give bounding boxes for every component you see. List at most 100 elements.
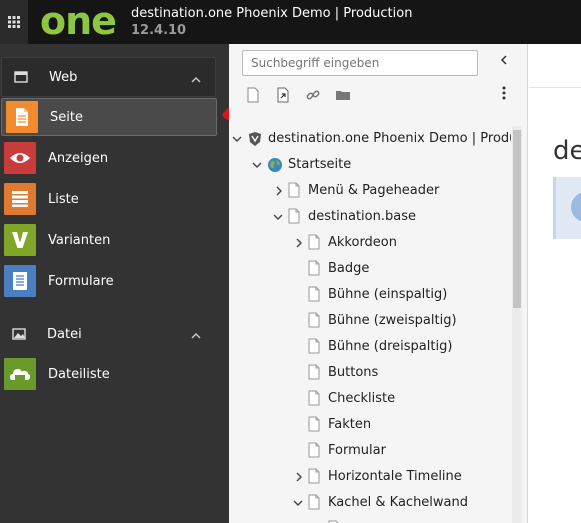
- site-root-icon: [248, 131, 262, 147]
- site-version: 12.4.10: [131, 23, 187, 38]
- page-icon: [288, 208, 302, 224]
- link-icon[interactable]: [301, 86, 325, 104]
- page-icon: [308, 442, 322, 458]
- tree-node-destination-base[interactable]: destination.base: [229, 204, 511, 230]
- tree-node-badge[interactable]: Badge: [229, 256, 511, 282]
- page-icon: [6, 101, 38, 133]
- tree-node-label: Badge: [328, 261, 370, 276]
- page-icon: [308, 364, 322, 380]
- tree-node-label: Akkordeon: [328, 235, 397, 250]
- tree-node-buttons[interactable]: Buttons: [229, 360, 511, 386]
- module-formulare[interactable]: Formulare: [0, 262, 216, 300]
- page-icon: [308, 494, 322, 510]
- v-icon: [4, 224, 36, 256]
- page-icon: [308, 286, 322, 302]
- page-icon: [308, 338, 322, 354]
- tree-node-label: Bühne (dreispaltig): [328, 339, 453, 354]
- module-label: Seite: [50, 109, 83, 125]
- app-menu-button[interactable]: [0, 0, 28, 44]
- tree-node-label: Kachel & Kachelwand: [328, 495, 469, 510]
- module-menu: Web Seite Anzeigen Liste Varianten Formu…: [0, 44, 229, 523]
- page-icon: [308, 390, 322, 406]
- tree-node-label: Formular: [328, 443, 386, 458]
- tree-node-label: destination.one Phoenix Demo | Productio…: [268, 131, 511, 146]
- tree-scrollbar[interactable]: [512, 126, 522, 523]
- more-options-icon[interactable]: [502, 86, 506, 104]
- tree-node-label: Checkliste: [328, 391, 396, 406]
- module-label: Dateiliste: [48, 366, 110, 382]
- top-bar: one destination.one Phoenix Demo | Produ…: [0, 0, 581, 44]
- tree-search-input[interactable]: [242, 50, 478, 76]
- tree-node-horizontale-timeline[interactable]: Horizontale Timeline: [229, 464, 511, 490]
- page-icon: [308, 260, 322, 276]
- folder-icon[interactable]: [331, 86, 355, 104]
- page-icon: [288, 182, 302, 198]
- globe-icon: [267, 157, 282, 173]
- chevron-right-icon[interactable]: [274, 186, 284, 196]
- tree-node-fakten[interactable]: Fakten: [229, 412, 511, 438]
- tree-node-label: Startseite: [288, 157, 352, 172]
- module-liste[interactable]: Liste: [0, 180, 216, 218]
- tree-node-startseite[interactable]: Startseite: [229, 152, 511, 178]
- group-datei-label: Datei: [47, 326, 82, 342]
- tree-node-partial[interactable]: [229, 516, 511, 523]
- site-title: destination.one Phoenix Demo | Productio…: [131, 6, 413, 21]
- module-dateiliste[interactable]: Dateiliste: [0, 355, 216, 393]
- tree-node-kachel-kachelwand[interactable]: Kachel & Kachelwand: [229, 490, 511, 516]
- tree-node-label: destination.base: [308, 209, 416, 224]
- module-anzeigen[interactable]: Anzeigen: [0, 139, 216, 177]
- tree-node-label: Fakten: [328, 417, 372, 432]
- page-tree: destination.one Phoenix Demo | Productio…: [229, 126, 511, 523]
- tree-node-label: Bühne (zweispaltig): [328, 313, 457, 328]
- web-icon: [11, 70, 31, 84]
- form-icon: [4, 265, 36, 297]
- tree-node-checkliste[interactable]: Checkliste: [229, 386, 511, 412]
- chevron-up-icon[interactable]: [191, 328, 201, 343]
- new-shortcut-page-icon[interactable]: [271, 86, 295, 104]
- tree-node-label: Buttons: [328, 365, 379, 380]
- chevron-down-icon[interactable]: [252, 160, 262, 170]
- tree-node-label: Bühne (einspaltig): [328, 287, 448, 302]
- collapse-panel-icon[interactable]: [499, 54, 509, 69]
- tree-node-label: Horizontale Timeline: [328, 469, 462, 484]
- page-icon: [308, 468, 322, 484]
- chevron-up-icon[interactable]: [191, 72, 201, 87]
- group-web-label: Web: [49, 69, 78, 85]
- module-seite[interactable]: Seite: [1, 98, 217, 136]
- content-area: de: [529, 44, 581, 523]
- module-label: Formulare: [48, 273, 114, 289]
- tree-node-label: Menü & Pageheader: [308, 183, 440, 198]
- page-icon: [308, 416, 322, 432]
- content-header: [529, 44, 581, 88]
- chevron-right-icon[interactable]: [294, 238, 304, 248]
- tree-node-buehne-zweispaltig[interactable]: Bühne (zweispaltig): [229, 308, 511, 334]
- tree-node-site-root[interactable]: destination.one Phoenix Demo | Productio…: [229, 126, 511, 152]
- page-icon: [308, 312, 322, 328]
- chevron-down-icon[interactable]: [232, 134, 242, 144]
- list-icon: [4, 183, 36, 215]
- tree-node-buehne-dreispaltig[interactable]: Bühne (dreispaltig): [229, 334, 511, 360]
- tree-toolbar: [241, 86, 361, 104]
- module-label: Liste: [48, 191, 79, 207]
- module-label: Varianten: [48, 232, 111, 248]
- new-page-icon[interactable]: [241, 86, 265, 104]
- tree-node-formular[interactable]: Formular: [229, 438, 511, 464]
- filelist-icon: [4, 358, 36, 390]
- chevron-right-icon[interactable]: [294, 472, 304, 482]
- tree-node-akkordeon[interactable]: Akkordeon: [229, 230, 511, 256]
- group-web-header[interactable]: Web: [1, 57, 216, 97]
- tree-node-menue-pageheader[interactable]: Menü & Pageheader: [229, 178, 511, 204]
- group-datei-header[interactable]: Datei: [0, 314, 215, 354]
- tree-node-buehne-einspaltig[interactable]: Bühne (einspaltig): [229, 282, 511, 308]
- content-title: de: [553, 136, 581, 166]
- eye-icon: [4, 142, 36, 174]
- chevron-down-icon[interactable]: [293, 498, 303, 508]
- image-icon: [9, 328, 29, 340]
- page-icon: [308, 234, 322, 250]
- page-tree-panel: destination.one Phoenix Demo | Productio…: [229, 44, 528, 523]
- logo[interactable]: one: [40, 0, 117, 43]
- module-varianten[interactable]: Varianten: [0, 221, 216, 259]
- chevron-down-icon[interactable]: [273, 212, 283, 222]
- grid-icon: [8, 16, 20, 28]
- scrollbar-thumb[interactable]: [513, 130, 521, 308]
